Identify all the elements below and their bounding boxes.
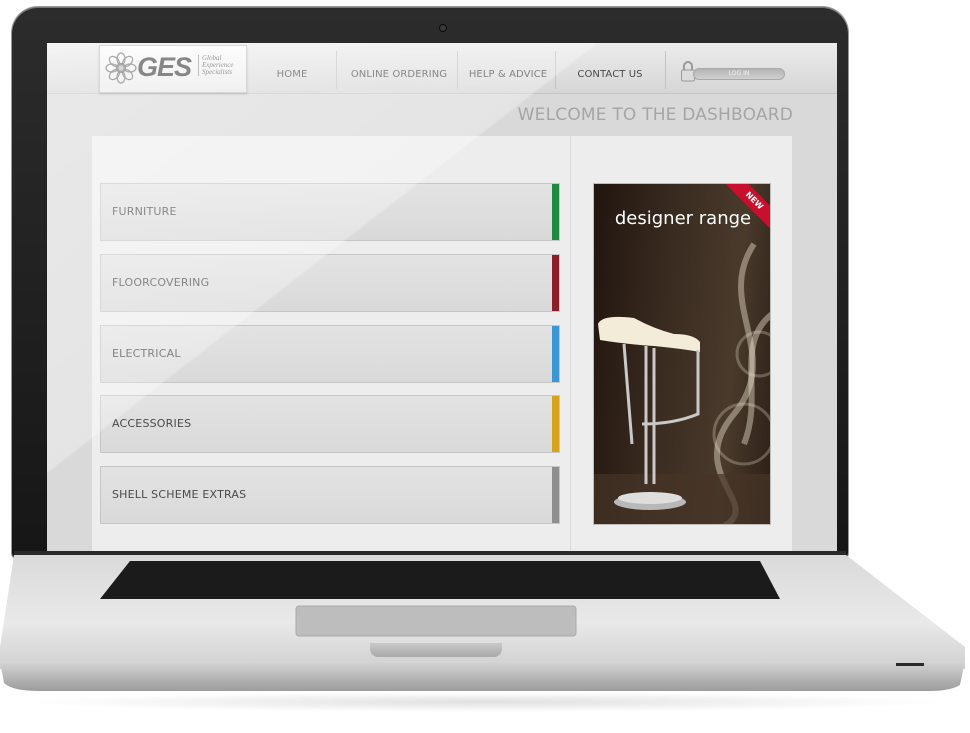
category-label: ACCESSORIES bbox=[112, 417, 192, 430]
laptop-lid: GES Global Experience Specialists HOME O… bbox=[12, 7, 848, 559]
page-title: WELCOME TO THE DASHBOARD bbox=[517, 105, 793, 125]
nav-contact-us[interactable]: CONTACT US bbox=[569, 43, 651, 93]
nav-divider bbox=[336, 51, 337, 89]
login-button[interactable]: LOG IN bbox=[693, 68, 785, 80]
nav-divider bbox=[555, 51, 556, 89]
sleep-indicator-light bbox=[896, 663, 924, 666]
promo-title: designer range bbox=[614, 208, 752, 229]
category-shell-scheme-extras[interactable]: SHELL SCHEME EXTRAS bbox=[100, 466, 560, 524]
logo-subtitle: Global Experience Specialists bbox=[198, 55, 246, 76]
category-label: FLOORCOVERING bbox=[112, 276, 210, 289]
camera-icon bbox=[439, 24, 447, 32]
category-accessories[interactable]: ACCESSORIES bbox=[100, 395, 560, 453]
bar-stool-image bbox=[594, 242, 770, 524]
logo-flower-icon bbox=[105, 52, 137, 84]
dashboard-panel: FURNITURE FLOORCOVERING ELECTRICAL ACCES… bbox=[92, 136, 792, 553]
nav-help-advice[interactable]: HELP & ADVICE bbox=[465, 43, 551, 93]
nav-online-ordering[interactable]: ONLINE ORDERING bbox=[347, 43, 451, 93]
logo-wordmark: GES bbox=[137, 52, 192, 82]
category-color-bar bbox=[552, 326, 559, 382]
top-nav-bar: GES Global Experience Specialists HOME O… bbox=[47, 43, 837, 94]
screen: GES Global Experience Specialists HOME O… bbox=[47, 43, 837, 553]
laptop-shadow bbox=[20, 692, 950, 712]
category-color-bar bbox=[552, 396, 559, 452]
category-color-bar bbox=[552, 467, 559, 523]
category-label: SHELL SCHEME EXTRAS bbox=[112, 488, 247, 501]
laptop-base bbox=[0, 551, 965, 691]
category-electrical[interactable]: ELECTRICAL bbox=[100, 325, 560, 383]
category-color-bar bbox=[552, 184, 559, 240]
category-label: FURNITURE bbox=[112, 205, 177, 218]
lid-notch bbox=[370, 643, 502, 657]
designer-range-promo[interactable]: designer range NEW bbox=[593, 183, 771, 525]
category-furniture[interactable]: FURNITURE bbox=[100, 183, 560, 241]
category-label: ELECTRICAL bbox=[112, 347, 181, 360]
nav-divider bbox=[665, 51, 666, 89]
nav-divider bbox=[457, 51, 458, 89]
nav-home[interactable]: HOME bbox=[265, 43, 319, 93]
panel-divider bbox=[570, 136, 571, 553]
category-floorcovering[interactable]: FLOORCOVERING bbox=[100, 254, 560, 312]
ges-logo[interactable]: GES Global Experience Specialists bbox=[99, 45, 247, 93]
category-color-bar bbox=[552, 255, 559, 311]
